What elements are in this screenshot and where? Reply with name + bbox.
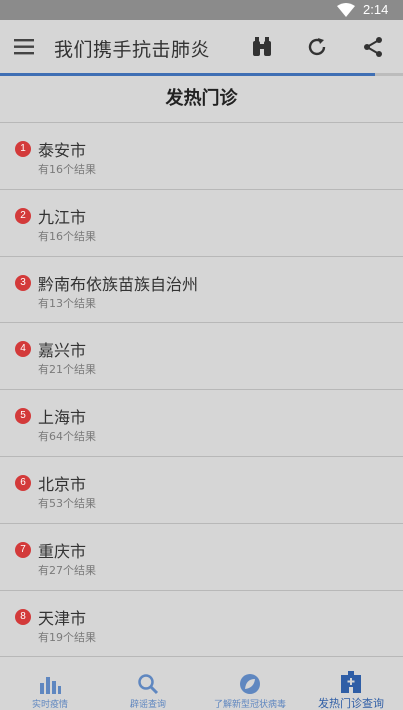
list-item[interactable]: 1 泰安市 有16个结果 [0,123,403,190]
share-icon[interactable] [361,35,385,59]
nav-item-realtime[interactable]: 实时疫情 [0,657,100,710]
city-name: 九江市 [38,207,87,227]
city-name: 嘉兴市 [38,341,87,361]
nav-item-virus-info[interactable]: 了解新型冠状病毒 [200,657,300,710]
bar-chart-icon [40,677,61,694]
status-bar: 2:14 [0,0,403,20]
rank-badge: 2 [15,207,31,224]
city-name: 黔南布依族苗族自治州 [38,274,199,294]
city-list: 1 泰安市 有16个结果 2 九江市 有16个结果 3 黔南布依族苗族自治州 有… [0,123,403,658]
rank-badge: 7 [15,541,31,558]
search-icon [138,674,159,695]
hospital-icon [341,671,361,693]
city-name: 上海市 [38,408,87,428]
refresh-icon[interactable] [305,35,329,59]
nav-item-rumor[interactable]: 辟谣查询 [98,657,198,710]
rank-badge: 8 [15,608,31,625]
rank-badge: 5 [15,408,31,425]
wifi-icon [337,3,355,17]
city-name: 泰安市 [38,141,87,160]
result-count: 有13个结果 [38,296,96,310]
leaf-icon [240,674,260,694]
list-item[interactable]: 5 上海市 有64个结果 [0,390,403,457]
list-item[interactable]: 8 天津市 有19个结果 [0,591,403,658]
result-count: 有64个结果 [38,430,96,444]
city-name: 北京市 [38,474,87,494]
result-count: 有53个结果 [38,496,96,510]
nav-label: 辟谣查询 [129,700,166,710]
result-count: 有21个结果 [38,363,96,377]
list-item[interactable]: 4 嘉兴市 有21个结果 [0,323,403,391]
nav-item-fever-clinic[interactable]: 发热门诊查询 [301,657,401,710]
app-bar: 我们携手抗击肺炎 [0,20,403,73]
nav-label: 发热门诊查询 [318,697,384,710]
rank-badge: 6 [15,474,31,491]
menu-icon[interactable] [14,38,36,56]
status-time: 2:14 [363,2,389,17]
list-item[interactable]: 6 北京市 有53个结果 [0,457,403,524]
result-count: 有16个结果 [38,163,96,176]
rank-badge: 4 [15,341,31,358]
result-count: 有27个结果 [38,563,96,577]
list-item[interactable]: 2 九江市 有16个结果 [0,190,403,257]
nav-label: 了解新型冠状病毒 [213,700,286,710]
list-item[interactable]: 7 重庆市 有27个结果 [0,524,403,591]
result-count: 有16个结果 [38,229,96,243]
rank-badge: 3 [15,274,31,291]
app-title: 我们携手抗击肺炎 [54,39,211,61]
section-title: 发热门诊 [0,76,403,123]
city-name: 重庆市 [38,541,87,561]
city-name: 天津市 [38,608,87,628]
binoculars-icon[interactable] [250,35,274,59]
rank-badge: 1 [15,141,31,157]
bottom-nav: 实时疫情 辟谣查询 了解新型冠状病毒 发热门诊查询 [0,656,403,710]
list-item[interactable]: 3 黔南布依族苗族自治州 有13个结果 [0,257,403,324]
result-count: 有19个结果 [38,630,96,644]
nav-label: 实时疫情 [31,700,68,710]
